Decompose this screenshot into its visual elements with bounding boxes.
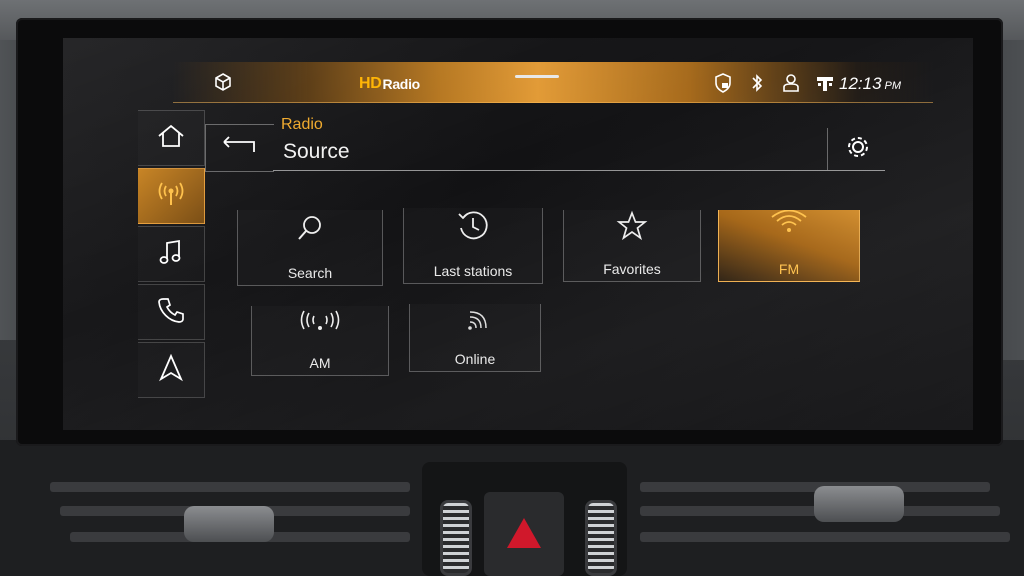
cube-icon[interactable] [213,72,233,97]
radio-antenna-icon [156,181,186,212]
fm-signal-icon [719,210,859,236]
source-tile-am[interactable]: AM [251,306,389,376]
source-label-fm: FM [778,261,800,277]
vent-slat [640,532,1010,542]
vent-knob-right[interactable] [814,486,904,522]
gear-icon [845,134,871,165]
back-button[interactable] [205,124,274,172]
hd-logo-prefix: HD [359,75,382,92]
breadcrumb: Radio [281,116,323,133]
star-icon [564,210,700,242]
source-label-online: Online [454,351,496,367]
music-note-icon [158,238,184,271]
clock-time: 12:13 [839,74,882,93]
hd-logo-text: Radio [382,76,421,92]
privacy-shield-icon[interactable] [713,72,733,94]
title-divider [273,170,885,171]
hd-radio-logo: HD Radio [359,73,420,95]
infotainment-screen: HD Radio 12:13 PM Radio Source Search La… [63,38,973,430]
clock: 12:13 PM [839,74,901,94]
clock-ampm: PM [884,80,902,92]
nav-media[interactable] [138,226,205,282]
source-label-favorites: Favorites [603,261,661,277]
bluetooth-icon[interactable] [747,72,767,94]
drawer-handle[interactable] [515,75,559,78]
online-signal-icon [410,308,540,334]
search-icon [238,214,382,244]
nav-phone[interactable] [138,284,205,340]
nav-radio[interactable] [138,168,205,224]
user-profile-icon[interactable] [781,72,801,94]
back-arrow-icon [220,135,260,162]
source-tile-favorites[interactable]: Favorites [563,210,701,282]
source-label-search: Search [287,265,333,281]
settings-button[interactable] [827,128,888,170]
nav-navigation[interactable] [138,342,205,398]
page-title: Source [283,140,350,163]
thumb-wheel-right[interactable] [585,500,617,576]
home-icon [156,123,186,154]
navigation-arrow-icon [159,353,183,387]
hazard-triangle-icon [507,518,541,548]
source-tile-fm[interactable]: FM [718,210,860,282]
source-tile-online[interactable]: Online [409,304,541,372]
source-label-last-stations: Last stations [433,263,513,279]
history-clock-icon [404,208,542,244]
vent-knob-left[interactable] [184,506,274,542]
signal-strength-icon [815,72,835,94]
nav-home[interactable] [138,110,205,166]
vent-slat [50,482,410,492]
source-label-am: AM [309,355,331,371]
am-signal-icon [252,310,388,334]
status-icons [713,72,835,94]
source-tile-last-stations[interactable]: Last stations [403,208,543,284]
phone-icon [157,296,185,329]
source-tile-search[interactable]: Search [237,210,383,286]
thumb-wheel-left[interactable] [440,500,472,576]
